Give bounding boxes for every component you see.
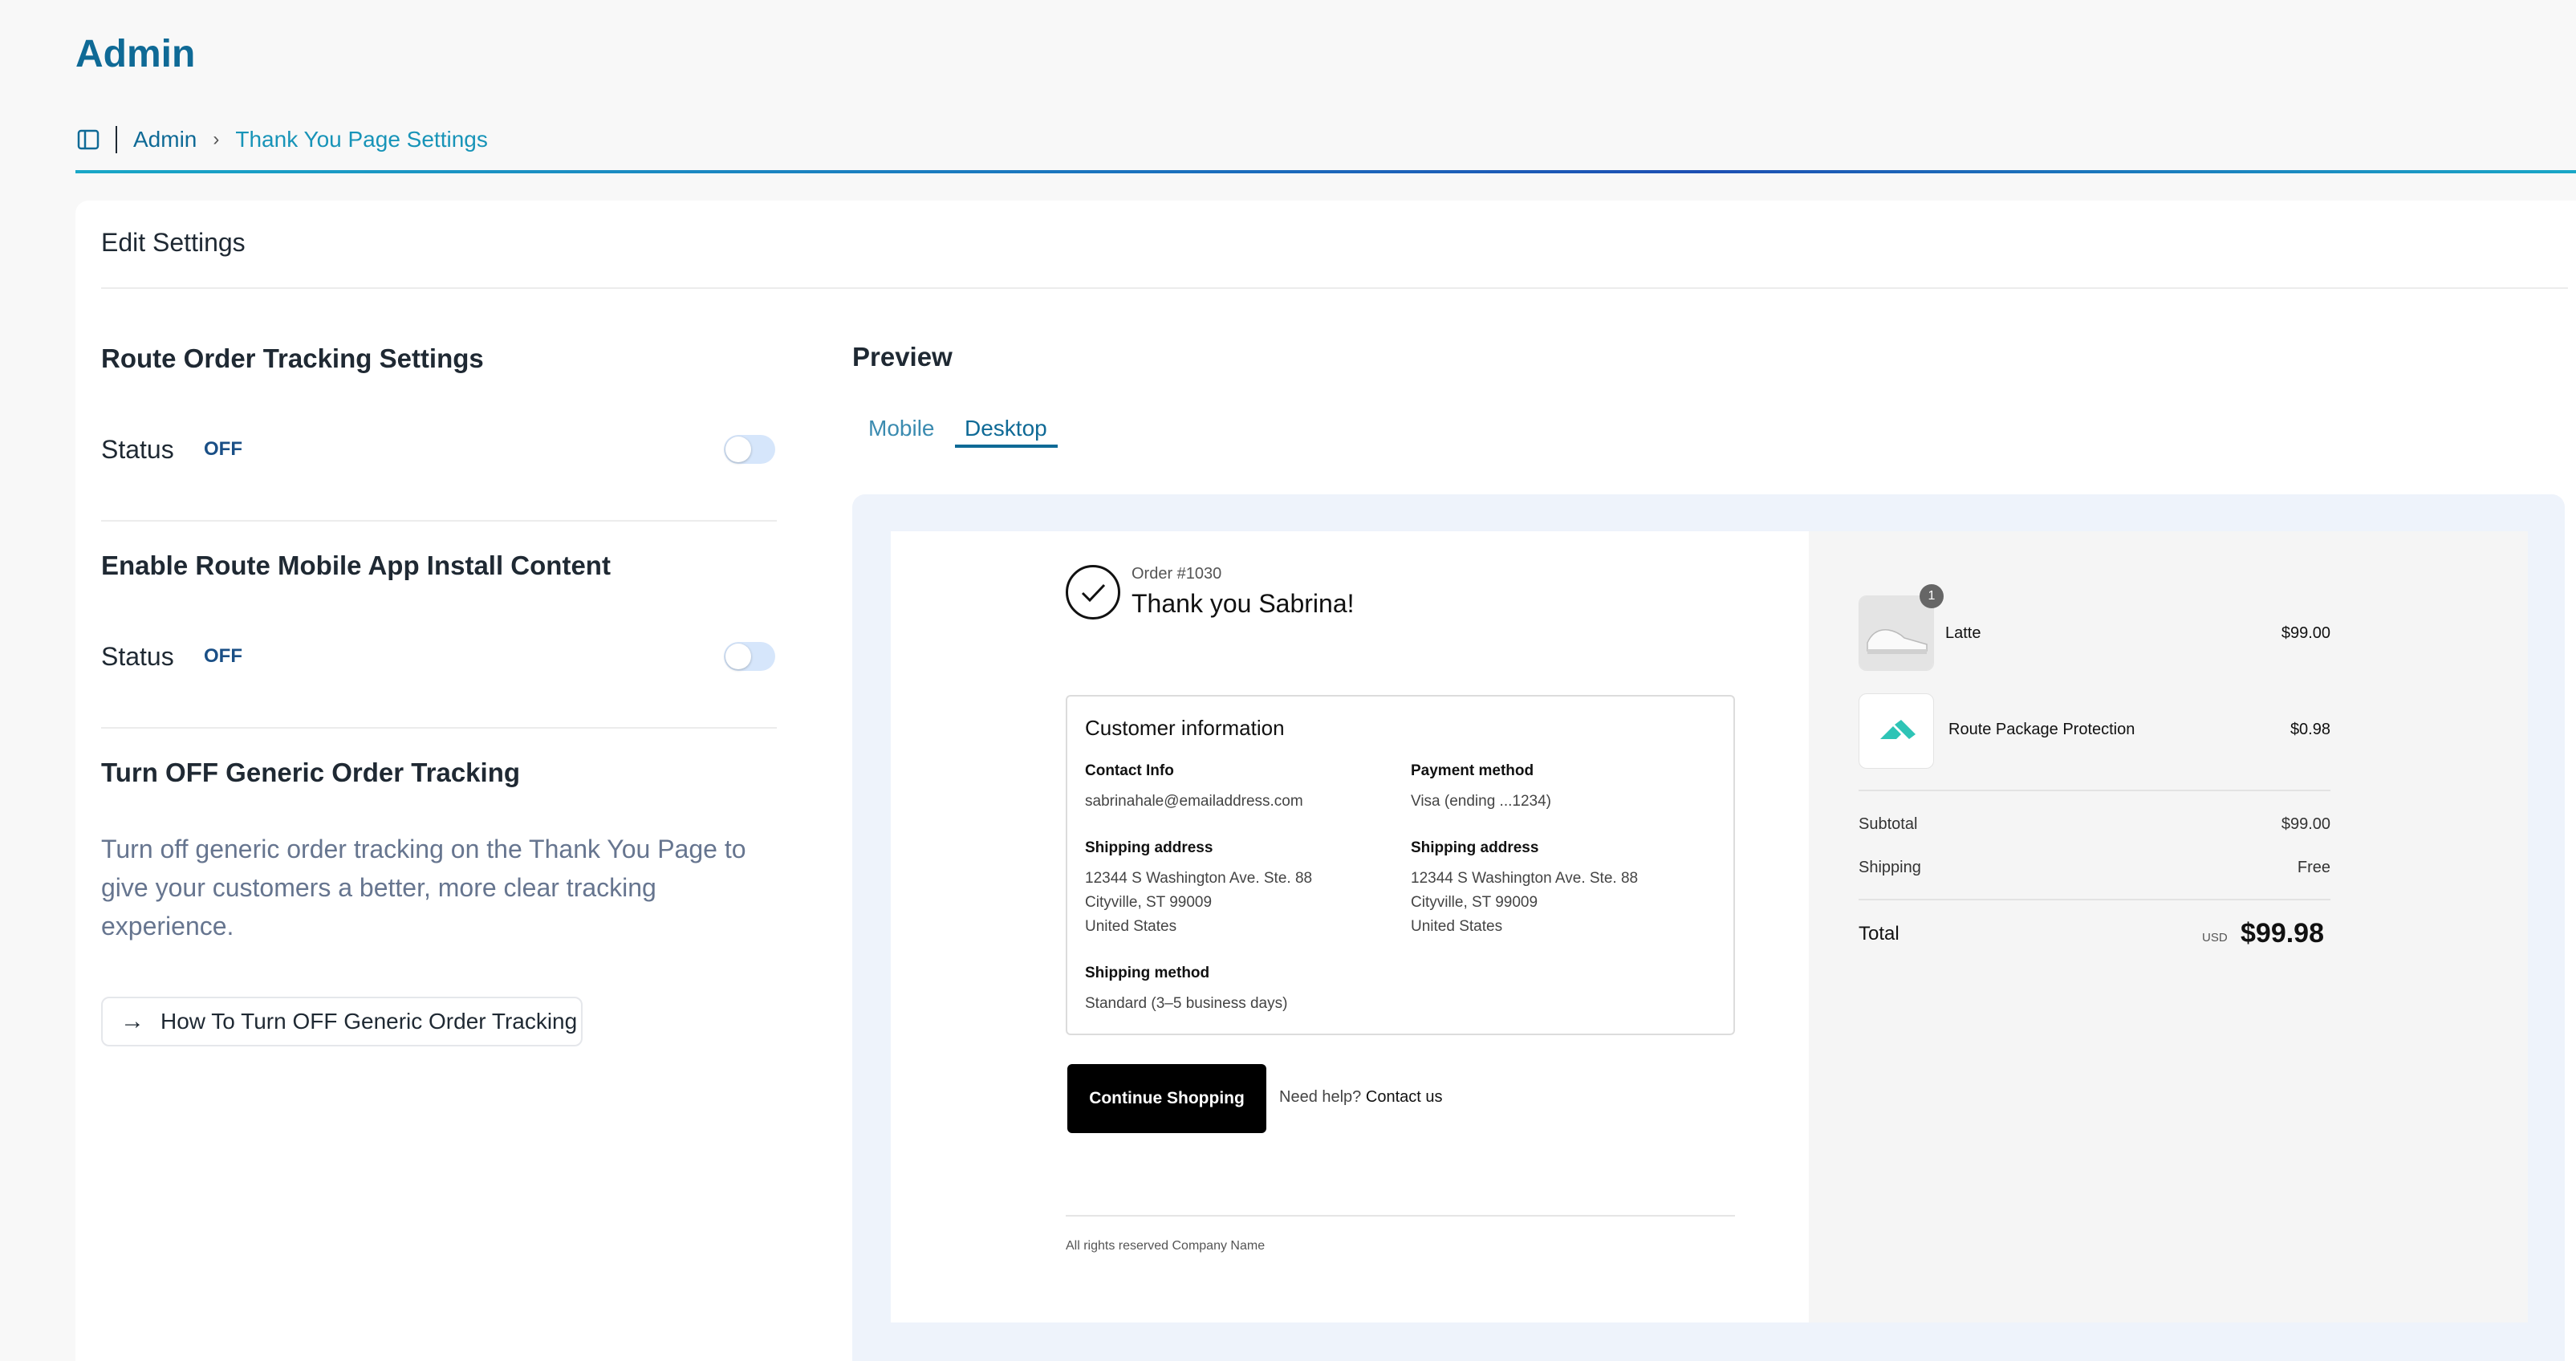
shipping-method-value: Standard (3–5 business days) [1085, 995, 1288, 1012]
preview-footer-text: All rights reserved Company Name [1066, 1239, 1266, 1253]
shipping-method-label: Shipping method [1085, 965, 1210, 981]
card-title: Edit Settings [101, 228, 246, 257]
total-label: Total [1859, 923, 1899, 945]
active-tab-indicator [955, 445, 1058, 448]
product-name: Route Package Protection [1948, 721, 2135, 738]
page-title: Admin [75, 33, 196, 75]
customer-info-box [1066, 695, 1735, 1035]
shipping-address-value: 12344 S Washington Ave. Ste. 88 Cityvill… [1085, 867, 1312, 939]
shipping-address-label: Shipping address [1085, 839, 1213, 856]
breadcrumb-separator [116, 126, 117, 153]
summary-divider [1859, 899, 2330, 900]
generic-tracking-heading: Turn OFF Generic Order Tracking [101, 758, 521, 787]
how-to-button-label: How To Turn OFF Generic Order Tracking [160, 1009, 578, 1034]
breadcrumb: Admin › Thank You Page Settings [77, 122, 488, 157]
contact-info-value: sabrinahale@emailaddress.com [1085, 793, 1303, 810]
route-tracking-status-badge: OFF [204, 438, 242, 460]
contact-info-label: Contact Info [1085, 762, 1174, 779]
address-line: Cityville, ST 99009 [1085, 894, 1213, 911]
route-tracking-toggle[interactable] [724, 435, 775, 464]
product-price: $99.00 [2281, 624, 2330, 642]
help-text: Need help? Contact us [1279, 1088, 1442, 1107]
address-line: United States [1411, 918, 1503, 935]
mobile-app-heading: Enable Route Mobile App Install Content [101, 550, 611, 580]
route-logo-icon [1880, 720, 1916, 739]
header-divider [75, 170, 2576, 173]
tab-mobile[interactable]: Mobile [868, 416, 934, 441]
mobile-app-status-label: Status [101, 642, 174, 671]
customer-info-title: Customer information [1085, 716, 1285, 740]
contact-us-link[interactable]: Contact us [1366, 1088, 1443, 1106]
total-currency: USD [2202, 931, 2228, 945]
product-thumbnail [1859, 595, 1934, 671]
check-circle-icon [1066, 565, 1120, 620]
toggle-knob [725, 437, 751, 462]
product-name: Latte [1945, 624, 1981, 642]
second-address-value: 12344 S Washington Ave. Ste. 88 Cityvill… [1411, 867, 1638, 939]
tab-desktop[interactable]: Desktop [965, 416, 1047, 441]
section-divider [101, 727, 777, 729]
generic-tracking-description: Turn off generic order tracking on the T… [101, 835, 746, 941]
breadcrumb-admin-link[interactable]: Admin [133, 127, 197, 152]
card-divider [101, 287, 2568, 289]
preview-footer-divider [1066, 1215, 1735, 1217]
payment-method-label: Payment method [1411, 762, 1534, 779]
address-line: United States [1085, 918, 1177, 935]
order-number: Order #1030 [1132, 565, 1222, 583]
continue-shopping-button[interactable]: Continue Shopping [1067, 1064, 1266, 1133]
route-tracking-status-label: Status [101, 435, 174, 464]
breadcrumb-current: Thank You Page Settings [235, 127, 488, 152]
preview-heading: Preview [852, 342, 953, 372]
route-logo-thumbnail [1859, 693, 1934, 769]
arrow-right-icon: → [120, 1008, 144, 1034]
product-price: $0.98 [2290, 721, 2330, 738]
thank-you-message: Thank you Sabrina! [1132, 589, 1355, 618]
summary-divider [1859, 790, 2330, 791]
chevron-right-icon: › [213, 128, 220, 150]
address-line: 12344 S Washington Ave. Ste. 88 [1085, 870, 1313, 887]
shipping-value: Free [2297, 859, 2330, 876]
shipping-label: Shipping [1859, 859, 1921, 876]
total-value: $99.98 [2241, 918, 2324, 949]
section-divider [101, 520, 777, 522]
subtotal-label: Subtotal [1859, 815, 1918, 833]
sneaker-image [1859, 596, 1933, 670]
address-line: 12344 S Washington Ave. Ste. 88 [1411, 870, 1639, 887]
address-line: Cityville, ST 99009 [1411, 894, 1538, 911]
second-address-label: Shipping address [1411, 839, 1539, 856]
how-to-turn-off-button[interactable]: → How To Turn OFF Generic Order Tracking [101, 997, 583, 1046]
toggle-knob [725, 644, 751, 669]
sidebar-toggle-icon[interactable] [77, 128, 100, 151]
mobile-app-toggle[interactable] [724, 642, 775, 671]
mobile-app-status-badge: OFF [204, 645, 242, 667]
payment-method-value: Visa (ending ...1234) [1411, 793, 1551, 810]
need-help-label: Need help? [1279, 1088, 1362, 1106]
route-tracking-heading: Route Order Tracking Settings [101, 343, 484, 373]
subtotal-value: $99.00 [2281, 815, 2330, 833]
quantity-badge: 1 [1920, 584, 1944, 608]
